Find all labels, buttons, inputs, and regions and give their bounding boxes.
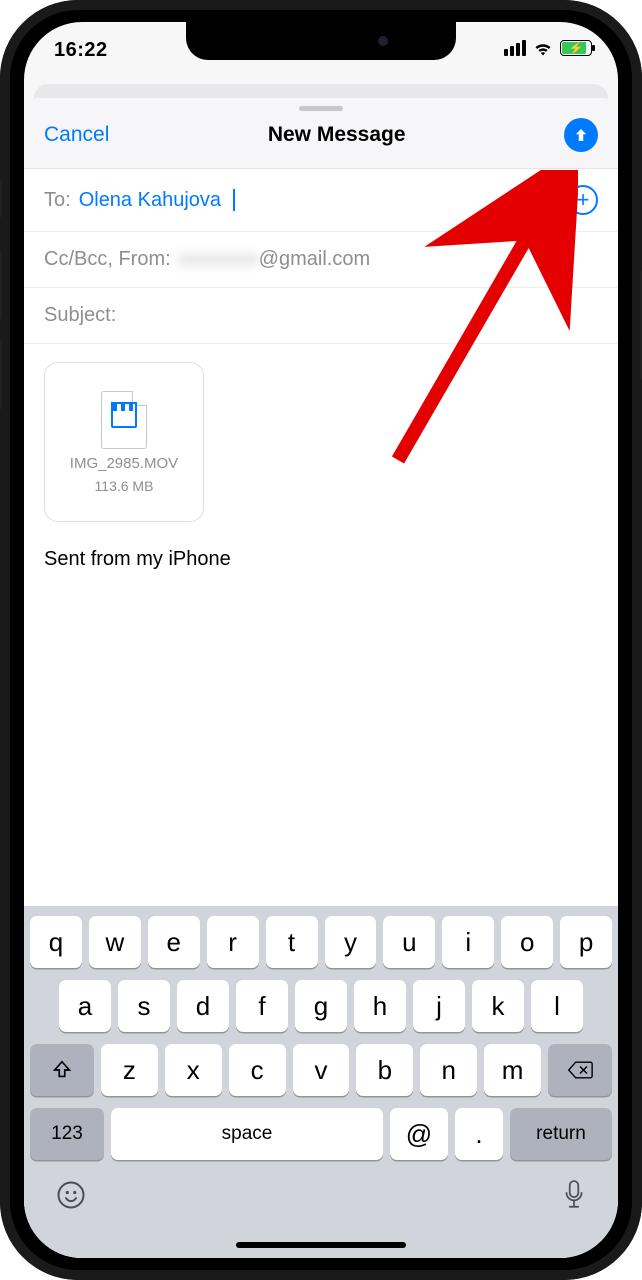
key-l[interactable]: l xyxy=(531,980,583,1032)
keyboard-row-4: 123 space @ . return xyxy=(30,1108,612,1160)
subject-row[interactable]: Subject: xyxy=(24,288,618,344)
key-d[interactable]: d xyxy=(177,980,229,1032)
key-shift[interactable] xyxy=(30,1044,94,1096)
sheet-grabber[interactable] xyxy=(299,106,343,111)
text-cursor xyxy=(233,189,235,211)
key-m[interactable]: m xyxy=(484,1044,541,1096)
keyboard-row-1: q w e r t y u i o p xyxy=(30,916,612,968)
side-button-vol-down xyxy=(0,340,2,410)
cancel-button[interactable]: Cancel xyxy=(44,123,109,147)
subject-label: Subject: xyxy=(44,304,116,327)
attachment-filesize: 113.6 MB xyxy=(95,478,154,494)
key-o[interactable]: o xyxy=(501,916,553,968)
key-f[interactable]: f xyxy=(236,980,288,1032)
key-s[interactable]: s xyxy=(118,980,170,1032)
key-r[interactable]: r xyxy=(207,916,259,968)
ccbcc-label: Cc/Bcc, From: xyxy=(44,248,171,271)
phone-frame: 16:22 ⚡ Cancel New Messag xyxy=(0,0,642,1280)
cellular-icon xyxy=(504,40,526,56)
key-w[interactable]: w xyxy=(89,916,141,968)
emoji-icon xyxy=(56,1180,86,1210)
status-right: ⚡ xyxy=(504,40,592,56)
key-dot[interactable]: . xyxy=(455,1108,503,1160)
from-redacted: xxxxxxxx xyxy=(179,248,259,270)
shift-icon xyxy=(51,1059,73,1081)
attachment-card[interactable]: IMG_2985.MOV 113.6 MB xyxy=(44,362,204,522)
mic-icon xyxy=(562,1180,586,1210)
key-b[interactable]: b xyxy=(356,1044,413,1096)
to-label: To: xyxy=(44,189,71,212)
key-v[interactable]: v xyxy=(293,1044,350,1096)
dictation-button[interactable] xyxy=(562,1180,586,1218)
ccbcc-row[interactable]: Cc/Bcc, From: xxxxxxxx@gmail.com xyxy=(24,232,618,288)
keyboard-row-2: a s d f g h j k l xyxy=(30,980,612,1032)
key-n[interactable]: n xyxy=(420,1044,477,1096)
from-value: xxxxxxxx@gmail.com xyxy=(179,248,370,271)
video-file-icon xyxy=(101,391,147,449)
add-contact-button[interactable]: + xyxy=(568,185,598,215)
status-time: 16:22 xyxy=(54,39,108,62)
keyboard-row-3: z x c v b n m xyxy=(30,1044,612,1096)
key-h[interactable]: h xyxy=(354,980,406,1032)
battery-icon: ⚡ xyxy=(560,40,592,56)
wifi-icon xyxy=(533,40,553,56)
side-button-vol-up xyxy=(0,250,2,320)
sheet-header: Cancel New Message xyxy=(24,98,618,169)
send-button[interactable] xyxy=(564,118,598,152)
to-recipient[interactable]: Olena Kahujova xyxy=(79,189,221,212)
key-t[interactable]: t xyxy=(266,916,318,968)
key-p[interactable]: p xyxy=(560,916,612,968)
key-j[interactable]: j xyxy=(413,980,465,1032)
side-button-silence xyxy=(0,180,2,218)
emoji-button[interactable] xyxy=(56,1180,86,1218)
key-u[interactable]: u xyxy=(383,916,435,968)
key-numbers[interactable]: 123 xyxy=(30,1108,104,1160)
compose-body[interactable]: IMG_2985.MOV 113.6 MB Sent from my iPhon… xyxy=(24,344,618,589)
key-y[interactable]: y xyxy=(325,916,377,968)
arrow-up-icon xyxy=(572,126,590,144)
key-q[interactable]: q xyxy=(30,916,82,968)
key-return[interactable]: return xyxy=(510,1108,612,1160)
key-x[interactable]: x xyxy=(165,1044,222,1096)
sheet-title: New Message xyxy=(268,123,406,147)
backspace-icon xyxy=(567,1060,593,1080)
screen: 16:22 ⚡ Cancel New Messag xyxy=(24,22,618,1258)
home-indicator[interactable] xyxy=(236,1242,406,1248)
plus-icon: + xyxy=(577,189,590,211)
keyboard-bottom-row xyxy=(30,1172,612,1218)
key-at[interactable]: @ xyxy=(390,1108,448,1160)
key-z[interactable]: z xyxy=(101,1044,158,1096)
key-i[interactable]: i xyxy=(442,916,494,968)
to-row[interactable]: To: Olena Kahujova + xyxy=(24,169,618,232)
key-backspace[interactable] xyxy=(548,1044,612,1096)
compose-sheet: Cancel New Message To: Olena Kahujova + … xyxy=(24,98,618,1258)
keyboard: q w e r t y u i o p a s d f g h xyxy=(24,906,618,1258)
signature-text: Sent from my iPhone xyxy=(44,548,598,571)
key-c[interactable]: c xyxy=(229,1044,286,1096)
key-k[interactable]: k xyxy=(472,980,524,1032)
key-e[interactable]: e xyxy=(148,916,200,968)
key-a[interactable]: a xyxy=(59,980,111,1032)
attachment-filename: IMG_2985.MOV xyxy=(70,455,178,472)
key-g[interactable]: g xyxy=(295,980,347,1032)
key-space[interactable]: space xyxy=(111,1108,383,1160)
